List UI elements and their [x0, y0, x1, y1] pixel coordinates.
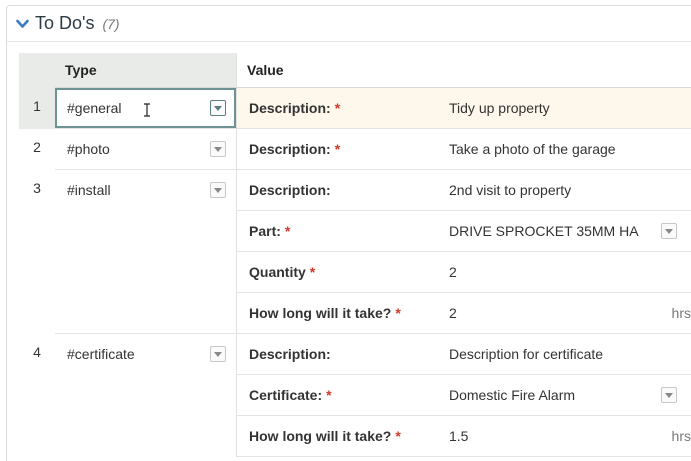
dropdown-caret-icon[interactable] — [210, 182, 226, 198]
part-select-value[interactable]: DRIVE SPROCKET 35MM HA — [449, 223, 639, 239]
row-number: 4 — [33, 344, 41, 360]
required-marker: * — [334, 100, 341, 116]
panel-count: (7) — [102, 15, 120, 32]
row-number: 2 — [33, 139, 41, 155]
type-cell: #photo — [55, 129, 236, 170]
required-marker: * — [284, 223, 291, 239]
field-value[interactable]: Tidy up property — [449, 100, 550, 116]
field-label: Description: — [249, 182, 331, 198]
field-label: Description: * — [249, 141, 341, 157]
field-value[interactable]: Take a photo of the garage — [449, 141, 616, 157]
field-row: Certificate: * Domestic Fire Alarm — [237, 375, 691, 416]
required-marker: * — [395, 428, 401, 444]
text-cursor-icon — [144, 103, 150, 117]
type-select-value: #certificate — [67, 346, 135, 362]
field-label: Description: * — [249, 100, 341, 116]
value-column-header: Value — [236, 53, 691, 88]
field-label: Quantity * — [249, 264, 316, 280]
panel-header[interactable]: To Do's (7) — [7, 6, 691, 42]
type-cell: #general — [55, 88, 236, 129]
unit-label: hrs — [671, 428, 691, 444]
field-label: Description: — [249, 346, 331, 362]
chevron-down-icon[interactable] — [15, 17, 29, 31]
dropdown-caret-icon[interactable] — [210, 141, 226, 157]
field-row: Description: * Tidy up property — [237, 88, 691, 129]
required-marker: * — [395, 305, 401, 321]
field-row: Description: 2nd visit to property — [237, 170, 691, 211]
field-row: Part: * DRIVE SPROCKET 35MM HA — [237, 211, 691, 252]
type-select[interactable]: #certificate — [55, 334, 236, 374]
duration-field[interactable]: 2 — [449, 305, 457, 321]
dropdown-caret-icon[interactable] — [210, 346, 226, 362]
field-row: Quantity * 2 — [237, 252, 691, 293]
field-row: Description: * Take a photo of the garage — [237, 129, 691, 170]
type-select-value: #general — [67, 100, 122, 116]
required-marker: * — [326, 387, 332, 403]
field-label: How long will it take? * — [249, 428, 401, 444]
value-column: Description: Description for certificate… — [236, 334, 691, 457]
panel-title: To Do's — [35, 13, 95, 33]
field-label: Part: * — [249, 223, 291, 239]
type-select-value: #install — [67, 182, 111, 198]
field-row: How long will it take? * 1.5 hrs — [237, 416, 691, 457]
unit-label: hrs — [671, 305, 691, 321]
field-value[interactable]: Description for certificate — [449, 346, 603, 362]
row-number: 1 — [19, 88, 55, 129]
field-label: Certificate: * — [249, 387, 332, 403]
value-column: Description: * Take a photo of the garage — [236, 129, 691, 170]
dropdown-caret-icon[interactable] — [661, 223, 677, 239]
type-cell: #certificate — [55, 334, 236, 461]
type-column-header: Type — [55, 53, 236, 88]
dropdown-caret-icon[interactable] — [661, 387, 677, 403]
dropdown-caret-icon[interactable] — [210, 100, 226, 116]
field-row: Description: Description for certificate — [237, 334, 691, 375]
certificate-select-value[interactable]: Domestic Fire Alarm — [449, 387, 575, 403]
field-value[interactable]: 2nd visit to property — [449, 182, 571, 198]
row-number-header — [19, 53, 55, 88]
type-select[interactable]: #install — [55, 170, 236, 210]
duration-field[interactable]: 1.5 — [449, 428, 468, 444]
todos-panel: To Do's (7) Type Value 1 #general Descri… — [6, 5, 691, 461]
value-column: Description: * Tidy up property — [236, 88, 691, 129]
type-cell: #install — [55, 170, 236, 334]
field-label: How long will it take? * — [249, 305, 401, 321]
required-marker: * — [309, 264, 316, 280]
quantity-field[interactable]: 2 — [449, 264, 457, 280]
type-select-value: #photo — [67, 141, 110, 157]
value-column: Description: 2nd visit to property Part:… — [236, 170, 691, 334]
type-select[interactable]: #general — [55, 88, 236, 128]
required-marker: * — [334, 141, 341, 157]
field-row: How long will it take? * 2 hrs — [237, 293, 691, 334]
row-number: 3 — [33, 180, 41, 196]
type-select[interactable]: #photo — [55, 129, 236, 169]
